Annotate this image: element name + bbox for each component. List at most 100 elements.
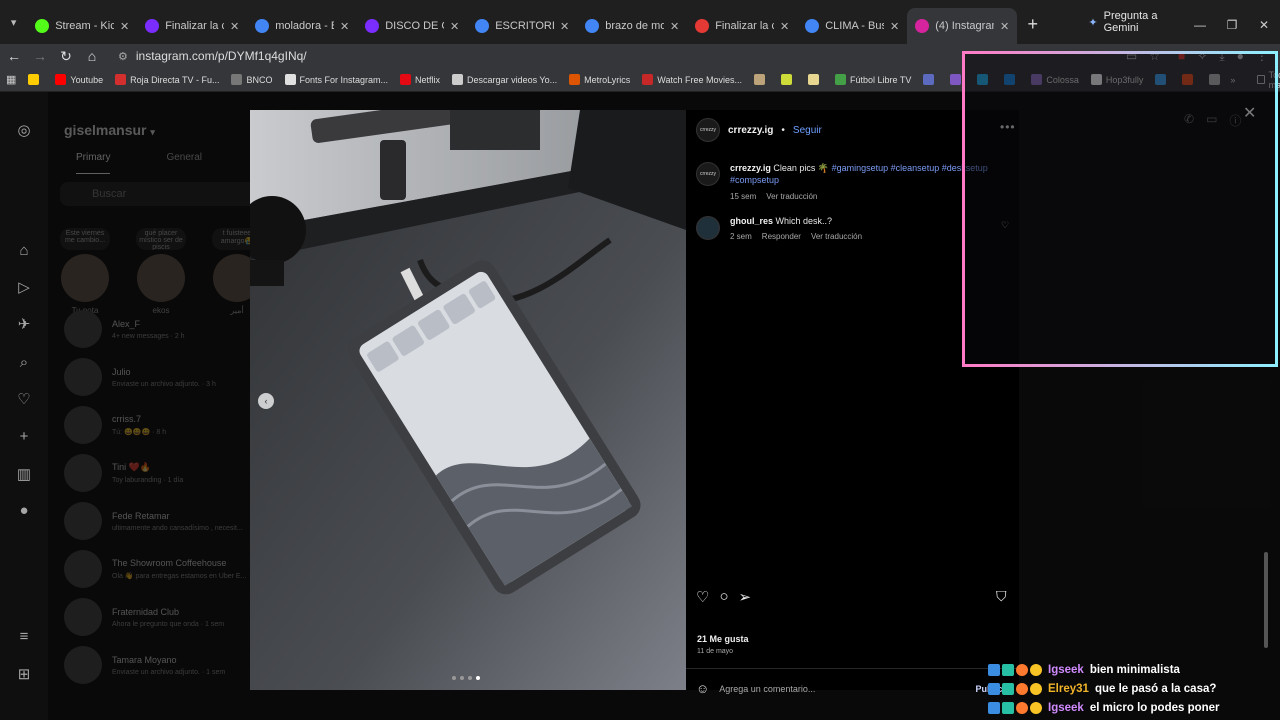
chat-badges [988,682,1042,695]
badge-icon [1016,701,1028,714]
reels-nav-icon[interactable]: ▷ [14,277,34,297]
bookmark-item[interactable]: Fonts For Instagram... [279,74,395,85]
bookmark-item[interactable]: Netflix [394,74,446,85]
bookmark-item[interactable] [917,74,944,85]
badge-icon [1002,682,1014,695]
minimize-icon[interactable]: — [1184,18,1216,32]
follow-button[interactable]: Seguir [793,125,822,136]
home-icon[interactable]: ⌂ [80,48,104,64]
bookmark-item[interactable]: Youtube [49,74,109,85]
chat-username[interactable]: Elrey31 [1048,683,1089,695]
tab-close-icon[interactable]: ✕ [560,20,569,33]
commenter-avatar[interactable] [696,216,720,240]
chat-message: Igseek bien minimalista [988,660,1280,679]
caption-avatar[interactable]: crrezzy [696,162,720,186]
chat-username[interactable]: Igseek [1048,664,1084,676]
comment-translate-link[interactable]: Ver traducción [811,232,862,241]
badge-icon [988,663,1000,676]
reload-icon[interactable]: ↻ [54,48,78,65]
bookmark-icon [28,74,40,85]
red-tab-icon [695,19,710,33]
caption-translate-link[interactable]: Ver traducción [766,192,817,201]
bookmark-item[interactable]: Roja Directa TV - Fu... [109,74,225,85]
tab-close-icon[interactable]: ✕ [890,20,899,33]
chat-text: el micro lo podes poner [1089,701,1220,714]
separator-dot: • [781,124,785,136]
author-username[interactable]: crrezzy.ig [728,125,773,136]
tab-close-icon[interactable]: ✕ [670,20,679,33]
browser-tab[interactable]: Stream - Kick Das ✕ [27,8,137,44]
browser-tab[interactable]: ESCRITORIO GAM ✕ [467,8,577,44]
save-bookmark-icon[interactable]: ⛉ [996,588,1007,605]
more-apps-nav-icon[interactable]: ⊞ [14,664,34,684]
bookmark-item[interactable]: BNCO [225,74,278,85]
bookmark-item[interactable]: MetroLyrics [563,74,636,85]
comment-text: Which desk..? [775,216,833,226]
forward-icon[interactable]: → [28,48,52,64]
menu-nav-icon[interactable]: ≡ [14,626,34,646]
tab-close-icon[interactable]: ✕ [780,20,789,33]
post-photo[interactable] [250,110,686,690]
home-nav-icon[interactable]: ⌂ [14,240,34,260]
tab-close-icon[interactable]: ✕ [230,20,239,33]
bookmark-item[interactable]: Descargar videos Yo... [446,74,563,85]
carousel-dot [468,676,472,680]
kick-icon [35,19,50,33]
gemini-label: Pregunta a Gemini [1103,10,1158,34]
chat-username[interactable]: Igseek [1048,702,1084,714]
browser-tab[interactable]: (4) Instagram • M ✕ [907,8,1018,44]
tab-close-icon[interactable]: ✕ [450,20,459,33]
browser-tab[interactable]: CLIMA - Buscar c ✕ [797,8,907,44]
page-scrollbar[interactable] [1264,552,1268,648]
bookmark-item[interactable] [775,74,802,85]
author-avatar[interactable]: crrezzy [696,118,720,142]
like-icon[interactable]: ♡ [696,588,709,606]
gemini-button[interactable]: ✦ Pregunta a Gemini [1078,9,1184,35]
share-icon[interactable]: ➢ [739,588,752,606]
restore-icon[interactable]: ❐ [1216,18,1248,32]
bookmark-icon [642,74,654,85]
dashboard-nav-icon[interactable]: ▥ [14,464,34,484]
carousel-prev-button[interactable]: ‹ [258,393,274,409]
browser-tab[interactable]: brazo de monitor ✕ [577,8,687,44]
bookmark-item[interactable] [802,74,829,85]
bookmark-icon [923,74,935,85]
browser-tab[interactable]: Finalizar la compr ✕ [687,8,797,44]
caption-username[interactable]: crrezzy.ig [730,163,771,173]
bookmark-icon [400,74,412,85]
search-nav-icon[interactable]: ⌕ [14,352,34,372]
create-nav-icon[interactable]: + [14,426,34,446]
tab-close-icon[interactable]: ✕ [120,20,129,33]
tab-close-icon[interactable]: ✕ [1000,20,1009,33]
browser-tab[interactable]: moladora - Buscar ✕ [247,8,357,44]
new-tab-button[interactable]: + [1023,12,1042,36]
profile-nav-avatar[interactable]: ● [14,500,34,520]
comment-username[interactable]: ghoul_res [730,216,773,226]
bookmark-item[interactable] [748,74,775,85]
bookmark-item[interactable] [22,74,49,85]
bookmark-icon [834,74,846,85]
caption-hashtag-compsetup[interactable]: #compsetup [730,175,779,185]
tab-title: Finalizar la compr [715,20,774,32]
window-close-icon[interactable]: ✕ [1248,18,1280,32]
notifications-nav-icon[interactable]: ♡ [14,389,34,409]
badge-icon [1016,663,1028,676]
badge-icon [1002,663,1014,676]
tab-close-icon[interactable]: ✕ [340,20,349,33]
browser-tab[interactable]: DISCO DE CERAM ✕ [357,8,467,44]
back-icon[interactable]: ← [2,48,26,64]
site-info-icon[interactable]: ⚙ [118,50,128,63]
instagram-logo-icon[interactable]: ◎ [14,120,34,140]
browser-tab[interactable]: Finalizar la compr ✕ [137,8,247,44]
tab-search-menu-icon[interactable]: ▾ [4,10,23,34]
bookmark-item[interactable]: Watch Free Movies... [636,74,748,85]
messages-nav-icon[interactable]: ✈ [14,314,34,334]
bookmark-item[interactable]: Fútbol Libre TV [829,74,917,85]
add-comment-input[interactable]: Agrega un comentario... [719,684,815,694]
emoji-icon[interactable]: ☺ [696,681,709,696]
reply-link[interactable]: Responder [762,232,801,241]
comment-icon[interactable]: ○ [719,588,728,606]
likes-count[interactable]: 21 Me gusta [697,634,749,644]
apps-icon[interactable]: ▦ [0,73,22,86]
bookmark-icon [753,74,765,85]
